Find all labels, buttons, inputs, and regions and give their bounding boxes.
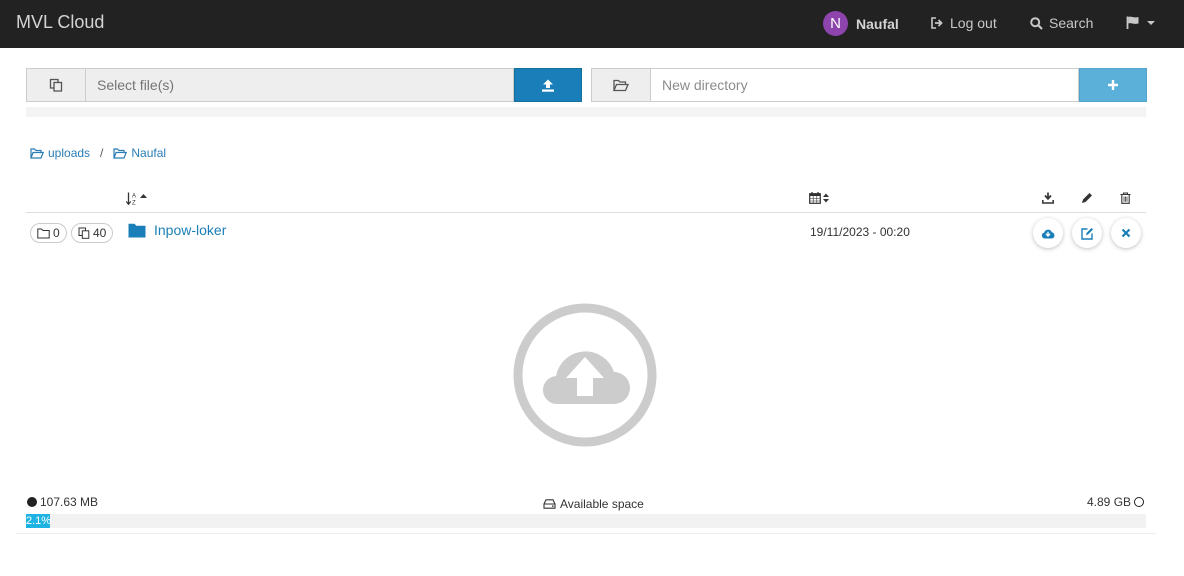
create-directory-button[interactable] [1079,68,1147,102]
breadcrumb-label: Naufal [131,146,167,160]
delete-column-header [1120,192,1131,204]
select-files-field[interactable] [86,68,514,102]
file-count-badge: 40 [71,223,114,243]
table-row: 0 40 Inpow-loker 19/11/2023 - 00:20 [26,214,1146,252]
sort-by-date-button[interactable] [809,192,830,204]
sort-alpha-asc-icon: A Z [126,192,147,206]
total-space: 4.89 GB [1087,495,1145,509]
search-icon [1030,16,1043,30]
new-directory-input[interactable] [651,68,1079,102]
footer-divider [16,533,1156,534]
flag-icon [1126,16,1139,29]
upload-bar [26,68,582,102]
available-space: Available space [543,497,644,511]
total-indicator-icon [1134,497,1145,507]
folder-name: Inpow-loker [154,222,227,238]
folder-addon [591,68,651,102]
language-dropdown[interactable] [1126,16,1157,29]
sign-out-icon [931,17,943,29]
logout-label: Log out [950,15,997,31]
user-menu[interactable]: N Naufal [823,11,899,36]
folder-open-icon [113,147,128,159]
rename-column-header [1081,192,1093,204]
used-indicator-icon [27,497,37,507]
folder-icon [37,228,50,238]
files-addon [26,68,86,102]
used-space: 107.63 MB [27,495,98,509]
breadcrumb: uploads / Naufal [30,146,166,160]
total-space-value: 4.89 GB [1087,495,1132,509]
logout-link[interactable]: Log out [931,15,997,31]
close-icon [1121,228,1131,238]
used-space-value: 107.63 MB [40,495,99,509]
calendar-icon [809,192,821,204]
top-navbar: MVL Cloud N Naufal Log out Search [0,0,1184,48]
folder-open-icon [613,79,629,91]
edit-icon [1080,227,1093,240]
download-icon [1042,192,1054,204]
caret-down-icon [1147,20,1155,25]
cloud-download-icon [1041,229,1055,238]
trash-icon [1120,192,1131,204]
upload-button[interactable] [514,68,582,102]
sort-by-name-button[interactable]: A Z [126,192,148,205]
search-label: Search [1049,15,1094,31]
upload-icon [542,79,554,92]
avatar: N [823,11,848,36]
app-title[interactable]: MVL Cloud [16,12,104,33]
upload-progress-bar [26,107,1146,117]
directory-count-badge: 0 [30,223,67,243]
hdd-icon [543,499,556,509]
available-space-label: Available space [560,497,644,511]
directory-count: 0 [53,226,60,240]
upload-dropzone[interactable] [512,302,658,448]
breadcrumb-separator: / [100,146,104,160]
copy-icon [49,78,63,92]
download-button[interactable] [1033,218,1063,248]
rename-button[interactable] [1072,218,1102,248]
svg-text:A: A [132,194,136,200]
sort-icon [823,193,829,203]
breadcrumb-item-uploads[interactable]: uploads [30,146,90,160]
storage-progress-fill: 2.1% [26,514,52,528]
file-count: 40 [93,226,107,240]
table-header: A Z [26,186,1146,213]
download-column-header [1042,192,1054,204]
delete-button[interactable] [1111,218,1141,248]
folder-open-icon [30,147,44,159]
mkdir-bar [591,68,1147,102]
plus-icon [1108,80,1118,90]
user-name: Naufal [856,15,899,32]
svg-text:Z: Z [132,201,136,206]
modified-date: 19/11/2023 - 00:20 [810,225,910,239]
folder-link[interactable]: Inpow-loker [128,222,226,238]
folder-icon [128,223,146,237]
copy-icon [78,227,90,239]
storage-progress-bar: 2.1% [26,514,1146,528]
search-link[interactable]: Search [1030,15,1093,31]
breadcrumb-label: uploads [48,146,91,160]
breadcrumb-item-naufal[interactable]: Naufal [113,146,166,160]
cloud-upload-icon [513,303,657,447]
pencil-icon [1082,193,1092,203]
